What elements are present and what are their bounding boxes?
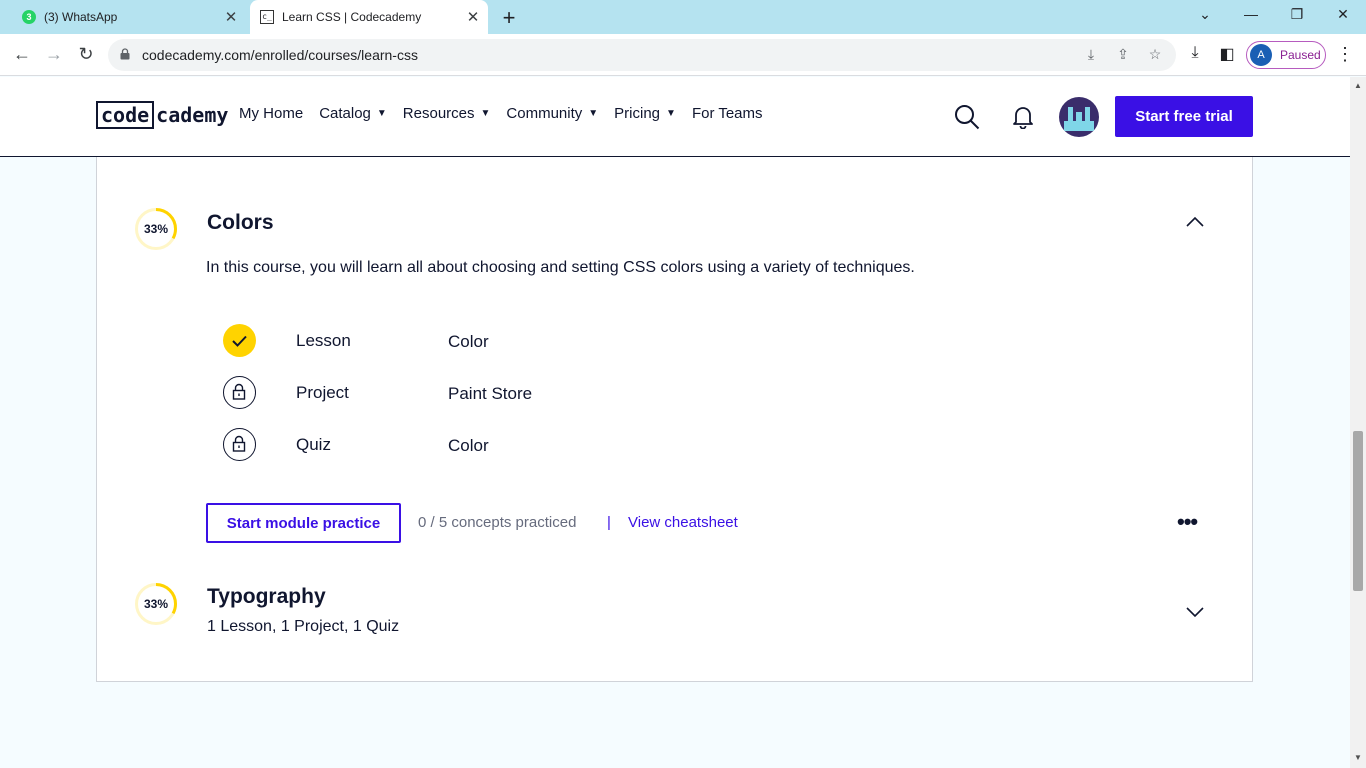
new-tab-icon[interactable]: +: [498, 5, 520, 31]
tab-title: Learn CSS | Codecademy: [282, 10, 422, 24]
lock-icon: [120, 48, 130, 60]
nav-catalog[interactable]: Catalog ▼: [319, 105, 387, 122]
item-type: Quiz: [296, 435, 331, 454]
module-progress-ring: 33%: [134, 582, 178, 626]
nav-my-home[interactable]: My Home: [239, 105, 303, 122]
tab-title: (3) WhatsApp: [44, 10, 118, 24]
search-icon[interactable]: [954, 104, 980, 130]
bell-icon[interactable]: [1012, 105, 1034, 129]
browser-tab-strip: 3 (3) WhatsApp ✕ c_ Learn CSS | Codecade…: [0, 0, 1366, 34]
nav-label: Catalog: [319, 105, 371, 122]
page-scrollbar[interactable]: ▲ ▼: [1350, 77, 1366, 768]
back-icon[interactable]: ←: [11, 44, 33, 65]
lock-icon: [223, 428, 256, 461]
caret-down-icon: ▼: [666, 108, 676, 119]
url-text: codecademy.com/enrolled/courses/learn-cs…: [142, 47, 418, 63]
nav-label: Resources: [402, 105, 475, 122]
main-nav: My Home Catalog ▼ Resources ▼ Community …: [239, 105, 779, 122]
item-name: Color: [448, 332, 489, 351]
nav-label: Community: [506, 105, 583, 122]
profile-avatar: A: [1250, 44, 1272, 66]
item-name: Paint Store: [448, 384, 533, 403]
lock-icon: [223, 376, 256, 409]
scroll-down-icon[interactable]: ▼: [1354, 753, 1362, 762]
list-item[interactable]: Lesson Color: [223, 324, 623, 358]
forward-icon[interactable]: →: [43, 44, 65, 65]
caret-down-icon: ▼: [480, 108, 491, 119]
chevron-up-icon[interactable]: [1185, 216, 1205, 228]
concepts-practiced-count: 0 / 5 concepts practiced: [418, 514, 577, 531]
module-title[interactable]: Typography: [207, 585, 326, 609]
share-icon[interactable]: ⇪: [1114, 46, 1132, 63]
item-type: Project: [296, 383, 349, 402]
more-options-icon[interactable]: •••: [1177, 509, 1198, 535]
logo-code: code: [96, 101, 155, 129]
module-description: In this course, you will learn all about…: [206, 259, 915, 276]
view-cheatsheet-link[interactable]: View cheatsheet: [628, 514, 738, 531]
browser-menu-icon[interactable]: ⋮: [1336, 44, 1354, 65]
start-free-trial-button[interactable]: Start free trial: [1115, 96, 1253, 137]
scroll-up-icon[interactable]: ▲: [1354, 81, 1362, 90]
site-header: code cademy My Home Catalog ▼ Resources …: [0, 77, 1350, 157]
start-module-practice-button[interactable]: Start module practice: [206, 503, 401, 543]
item-type: Lesson: [296, 331, 351, 350]
list-item[interactable]: Project Paint Store: [223, 376, 623, 410]
module-title[interactable]: Colors: [207, 211, 274, 235]
side-panel-icon[interactable]: ◧: [1217, 44, 1237, 64]
caret-down-icon: ▼: [588, 108, 599, 119]
codecademy-logo[interactable]: code cademy: [96, 100, 228, 130]
tab-search-icon[interactable]: ⌄: [1195, 6, 1215, 23]
item-name: Color: [448, 436, 489, 455]
list-item[interactable]: Quiz Color: [223, 428, 623, 462]
tab-codecademy[interactable]: c_ Learn CSS | Codecademy ✕: [250, 0, 488, 34]
close-icon[interactable]: ✕: [462, 8, 484, 26]
progress-percent: 33%: [143, 222, 169, 236]
completed-check-icon: [223, 324, 256, 357]
avatar-graphic-icon: [1064, 107, 1094, 131]
bookmark-star-icon[interactable]: ☆: [1146, 46, 1164, 63]
profile-button[interactable]: A Paused: [1246, 41, 1326, 69]
nav-label: Pricing: [614, 105, 661, 122]
nav-for-teams[interactable]: For Teams: [692, 105, 763, 122]
logo-cademy: cademy: [156, 103, 229, 127]
progress-percent: 33%: [143, 597, 169, 611]
close-icon[interactable]: ✕: [220, 8, 242, 26]
codecademy-favicon-icon: c_: [260, 10, 274, 24]
whatsapp-icon: 3: [22, 10, 36, 24]
caret-down-icon: ▼: [376, 108, 387, 119]
minimize-icon[interactable]: —: [1241, 6, 1261, 22]
module-progress-ring: 33%: [134, 207, 178, 251]
profile-status: Paused: [1280, 48, 1321, 62]
chevron-down-icon[interactable]: [1185, 606, 1205, 618]
scrollbar-thumb[interactable]: [1353, 431, 1363, 591]
restore-icon[interactable]: ❐: [1287, 6, 1307, 23]
window-close-icon[interactable]: ✕: [1333, 6, 1353, 23]
nav-resources[interactable]: Resources ▼: [403, 105, 491, 122]
install-icon[interactable]: ⤓: [1082, 46, 1100, 63]
nav-community[interactable]: Community ▼: [506, 105, 598, 122]
user-avatar[interactable]: [1059, 97, 1099, 137]
tab-whatsapp[interactable]: 3 (3) WhatsApp ✕: [8, 0, 246, 34]
browser-toolbar: ← → ↻ codecademy.com/enrolled/courses/le…: [0, 34, 1366, 76]
syllabus-card: 33% Colors In this course, you will lear…: [96, 157, 1253, 682]
nav-label: For Teams: [691, 105, 763, 122]
module-summary: 1 Lesson, 1 Project, 1 Quiz: [207, 618, 400, 635]
download-icon[interactable]: ⤓: [1185, 44, 1205, 62]
nav-pricing[interactable]: Pricing ▼: [614, 105, 676, 122]
address-bar[interactable]: codecademy.com/enrolled/courses/learn-cs…: [108, 39, 1176, 71]
divider: |: [607, 514, 611, 531]
nav-label: My Home: [239, 105, 304, 122]
reload-icon[interactable]: ↻: [75, 44, 97, 65]
